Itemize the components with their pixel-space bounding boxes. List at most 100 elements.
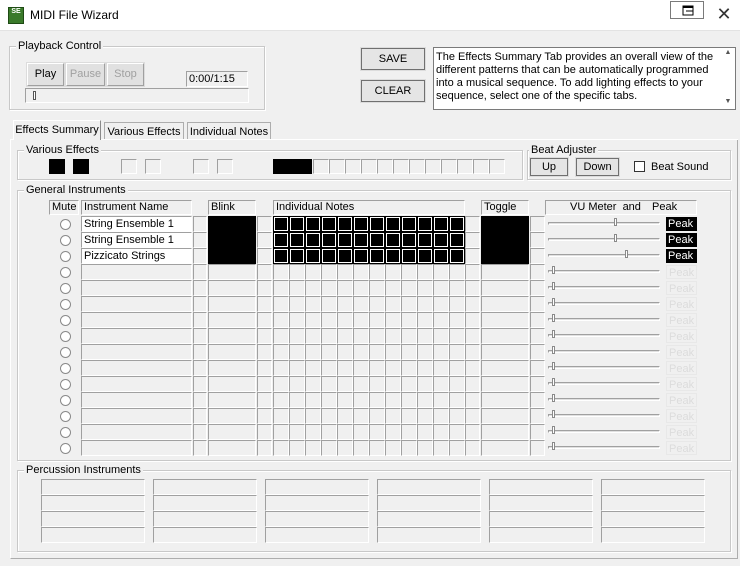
note-cell[interactable]: [321, 408, 337, 424]
percussion-cell[interactable]: [153, 527, 257, 543]
note-cell[interactable]: [337, 344, 353, 360]
mute-radio[interactable]: [60, 219, 71, 230]
effect-strip-cell[interactable]: [313, 159, 329, 174]
note-cell[interactable]: [353, 392, 369, 408]
note-cell[interactable]: [337, 264, 353, 280]
blink-cell[interactable]: [208, 344, 256, 360]
toggle-cell[interactable]: [481, 440, 529, 456]
note-cell[interactable]: [337, 392, 353, 408]
note-cell[interactable]: [449, 360, 465, 376]
note-cell[interactable]: [449, 344, 465, 360]
instrument-name-field[interactable]: [81, 440, 192, 456]
note-cell[interactable]: [449, 312, 465, 328]
blink-cell[interactable]: [208, 248, 256, 264]
note-cell[interactable]: [385, 360, 401, 376]
mute-radio[interactable]: [60, 283, 71, 294]
note-cell[interactable]: [353, 280, 369, 296]
note-cell[interactable]: [289, 408, 305, 424]
note-cell[interactable]: [289, 376, 305, 392]
note-cell[interactable]: [289, 296, 305, 312]
note-cell[interactable]: [385, 424, 401, 440]
toggle-cell[interactable]: [481, 312, 529, 328]
clear-button[interactable]: CLEAR: [360, 79, 426, 103]
note-cell[interactable]: [289, 216, 305, 232]
note-cell[interactable]: [353, 264, 369, 280]
note-cell[interactable]: [289, 232, 305, 248]
note-cell[interactable]: [449, 424, 465, 440]
note-cell[interactable]: [273, 248, 289, 264]
effect-cell-3[interactable]: [121, 159, 137, 174]
note-cell[interactable]: [385, 232, 401, 248]
effect-strip-cell[interactable]: [329, 159, 345, 174]
effect-strip-cell[interactable]: [457, 159, 473, 174]
note-cell[interactable]: [353, 296, 369, 312]
note-cell[interactable]: [433, 408, 449, 424]
note-cell[interactable]: [385, 344, 401, 360]
note-cell[interactable]: [401, 440, 417, 456]
note-cell[interactable]: [385, 216, 401, 232]
note-cell[interactable]: [433, 376, 449, 392]
note-cell[interactable]: [433, 216, 449, 232]
instrument-name-field[interactable]: [81, 280, 192, 296]
toggle-cell[interactable]: [481, 248, 529, 264]
blink-cell[interactable]: [208, 216, 256, 232]
stop-button[interactable]: Stop: [106, 62, 145, 87]
percussion-cell[interactable]: [265, 495, 369, 511]
note-cell[interactable]: [305, 376, 321, 392]
note-cell[interactable]: [417, 360, 433, 376]
note-cell[interactable]: [273, 392, 289, 408]
note-cell[interactable]: [385, 264, 401, 280]
blink-cell[interactable]: [208, 280, 256, 296]
percussion-cell[interactable]: [601, 511, 705, 527]
note-cell[interactable]: [337, 360, 353, 376]
percussion-cell[interactable]: [489, 527, 593, 543]
note-cell[interactable]: [369, 232, 385, 248]
instrument-name-field[interactable]: [81, 312, 192, 328]
note-cell[interactable]: [353, 440, 369, 456]
percussion-cell[interactable]: [377, 479, 481, 495]
effect-strip-cell[interactable]: [489, 159, 505, 174]
mute-radio[interactable]: [60, 299, 71, 310]
note-cell[interactable]: [433, 312, 449, 328]
blink-cell[interactable]: [208, 408, 256, 424]
percussion-cell[interactable]: [377, 527, 481, 543]
percussion-cell[interactable]: [265, 479, 369, 495]
info-textbox[interactable]: The Effects Summary Tab provides an over…: [433, 47, 736, 110]
instrument-name-field[interactable]: [81, 376, 192, 392]
effect-strip-cell[interactable]: [425, 159, 441, 174]
mute-radio[interactable]: [60, 411, 71, 422]
toggle-cell[interactable]: [481, 264, 529, 280]
note-cell[interactable]: [369, 328, 385, 344]
note-cell[interactable]: [353, 232, 369, 248]
note-cell[interactable]: [321, 248, 337, 264]
note-cell[interactable]: [401, 312, 417, 328]
instrument-name-field[interactable]: [81, 296, 192, 312]
note-cell[interactable]: [273, 280, 289, 296]
mute-radio[interactable]: [60, 331, 71, 342]
note-cell[interactable]: [321, 344, 337, 360]
percussion-cell[interactable]: [41, 495, 145, 511]
note-cell[interactable]: [273, 328, 289, 344]
effect-cell-2[interactable]: [73, 159, 89, 174]
note-cell[interactable]: [305, 280, 321, 296]
percussion-cell[interactable]: [265, 527, 369, 543]
note-cell[interactable]: [385, 280, 401, 296]
note-cell[interactable]: [417, 392, 433, 408]
toggle-cell[interactable]: [481, 296, 529, 312]
note-cell[interactable]: [433, 440, 449, 456]
note-cell[interactable]: [369, 216, 385, 232]
note-cell[interactable]: [433, 328, 449, 344]
note-cell[interactable]: [321, 312, 337, 328]
note-cell[interactable]: [369, 264, 385, 280]
note-cell[interactable]: [305, 216, 321, 232]
effect-strip-cell[interactable]: [377, 159, 393, 174]
note-cell[interactable]: [385, 296, 401, 312]
play-button[interactable]: Play: [26, 62, 65, 87]
note-cell[interactable]: [401, 248, 417, 264]
percussion-cell[interactable]: [41, 527, 145, 543]
percussion-cell[interactable]: [265, 511, 369, 527]
note-cell[interactable]: [305, 296, 321, 312]
note-cell[interactable]: [433, 264, 449, 280]
note-cell[interactable]: [401, 408, 417, 424]
note-cell[interactable]: [401, 216, 417, 232]
